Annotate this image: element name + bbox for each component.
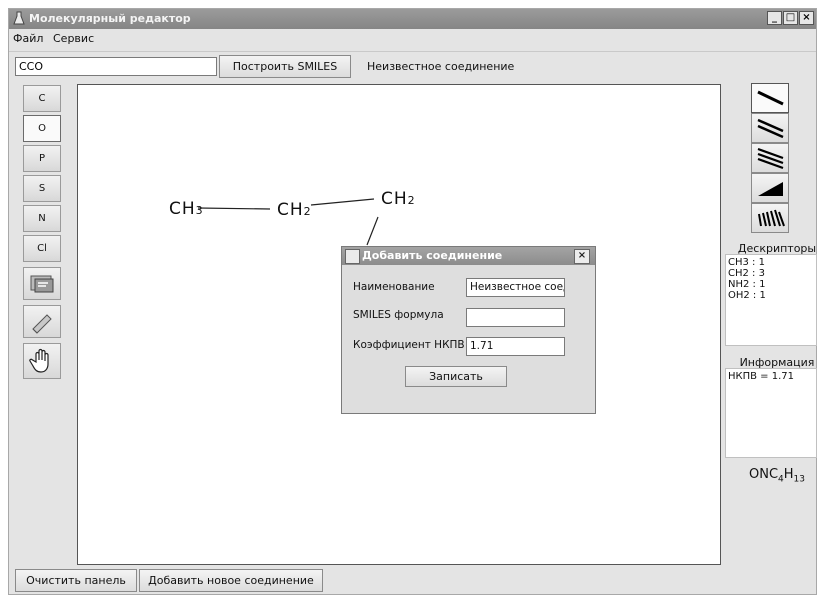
single-bond-icon [757,90,784,106]
smiles-formula-label: SMILES формула [353,309,444,321]
atom-tool-s[interactable]: S [23,175,61,202]
dialog-title: Добавить соединение [362,249,503,262]
menu-file[interactable]: Файл [13,32,43,45]
eraser-tool[interactable] [23,305,61,338]
close-button[interactable]: × [799,11,814,25]
flask-icon [13,11,25,25]
window-title: Молекулярный редактор [29,12,191,25]
double-bond-icon [757,118,784,139]
title-bar: Молекулярный редактор _ □ × [9,9,816,29]
molecular-formula: ONC4H13 [748,467,805,485]
coefficient-field[interactable]: 1.71 [466,337,565,356]
coefficient-label: Коэффициент НКПВ [353,339,465,351]
menu-divider [9,51,816,52]
atom-tool-n[interactable]: N [23,205,61,232]
descriptor-item: OH2 : 1 [728,290,766,301]
build-smiles-button[interactable]: Построить SMILES [219,55,351,78]
dialog-title-bar: Добавить соединение × [342,247,595,265]
wedge-bond-tool[interactable] [751,173,789,203]
menu-bar: Файл Сервис [9,29,816,47]
java-icon [345,249,360,264]
single-bond-tool[interactable] [751,83,789,113]
descriptor-item: NH2 : 1 [728,279,766,290]
hash-bond-icon [758,209,785,227]
template-icon [30,275,54,293]
info-box: НКПВ = 1.71 [725,368,817,458]
template-tool[interactable] [23,267,61,300]
maximize-button[interactable]: □ [783,11,798,25]
minimize-button[interactable]: _ [767,11,782,25]
descriptor-item: CH2 : 3 [728,268,765,279]
add-new-compound-button[interactable]: Добавить новое соединение [139,569,323,592]
atom-tool-cl[interactable]: Cl [23,235,61,262]
wedge-bond-icon [758,182,783,196]
info-text: НКПВ = 1.71 [728,371,795,382]
clear-panel-button[interactable]: Очистить панель [15,569,137,592]
atom-ch2[interactable]: CH2 [277,200,312,220]
app-window: Молекулярный редактор _ □ × Файл Сервис … [8,8,817,595]
dialog-close-button[interactable]: × [574,249,590,264]
atom-ch3[interactable]: CH3 [169,199,204,219]
hash-bond-tool[interactable] [751,203,789,233]
triple-bond-tool[interactable] [751,143,789,173]
atom-tool-p[interactable]: P [23,145,61,172]
smiles-input[interactable] [15,57,217,76]
compound-name-label: Неизвестное соединение [367,60,515,73]
double-bond-tool[interactable] [751,113,789,143]
add-compound-dialog: Добавить соединение × Наименование Неизв… [341,246,596,414]
hand-icon [29,348,49,373]
name-field[interactable]: Неизвестное соеди [466,278,565,297]
descriptors-list: CH3 : 1 CH2 : 3 NH2 : 1 OH2 : 1 [725,254,817,346]
hand-tool[interactable] [23,343,61,379]
save-button[interactable]: Записать [405,366,507,387]
atom-tool-o[interactable]: O [23,115,61,142]
atom-tool-c[interactable]: C [23,85,61,112]
name-label: Наименование [353,281,435,293]
smiles-formula-field[interactable] [466,308,565,327]
menu-service[interactable]: Сервис [53,32,94,45]
atom-ch2[interactable]: CH2 [381,189,416,209]
eraser-icon [32,314,52,334]
triple-bond-icon [757,147,784,170]
descriptor-item: CH3 : 1 [728,257,765,268]
